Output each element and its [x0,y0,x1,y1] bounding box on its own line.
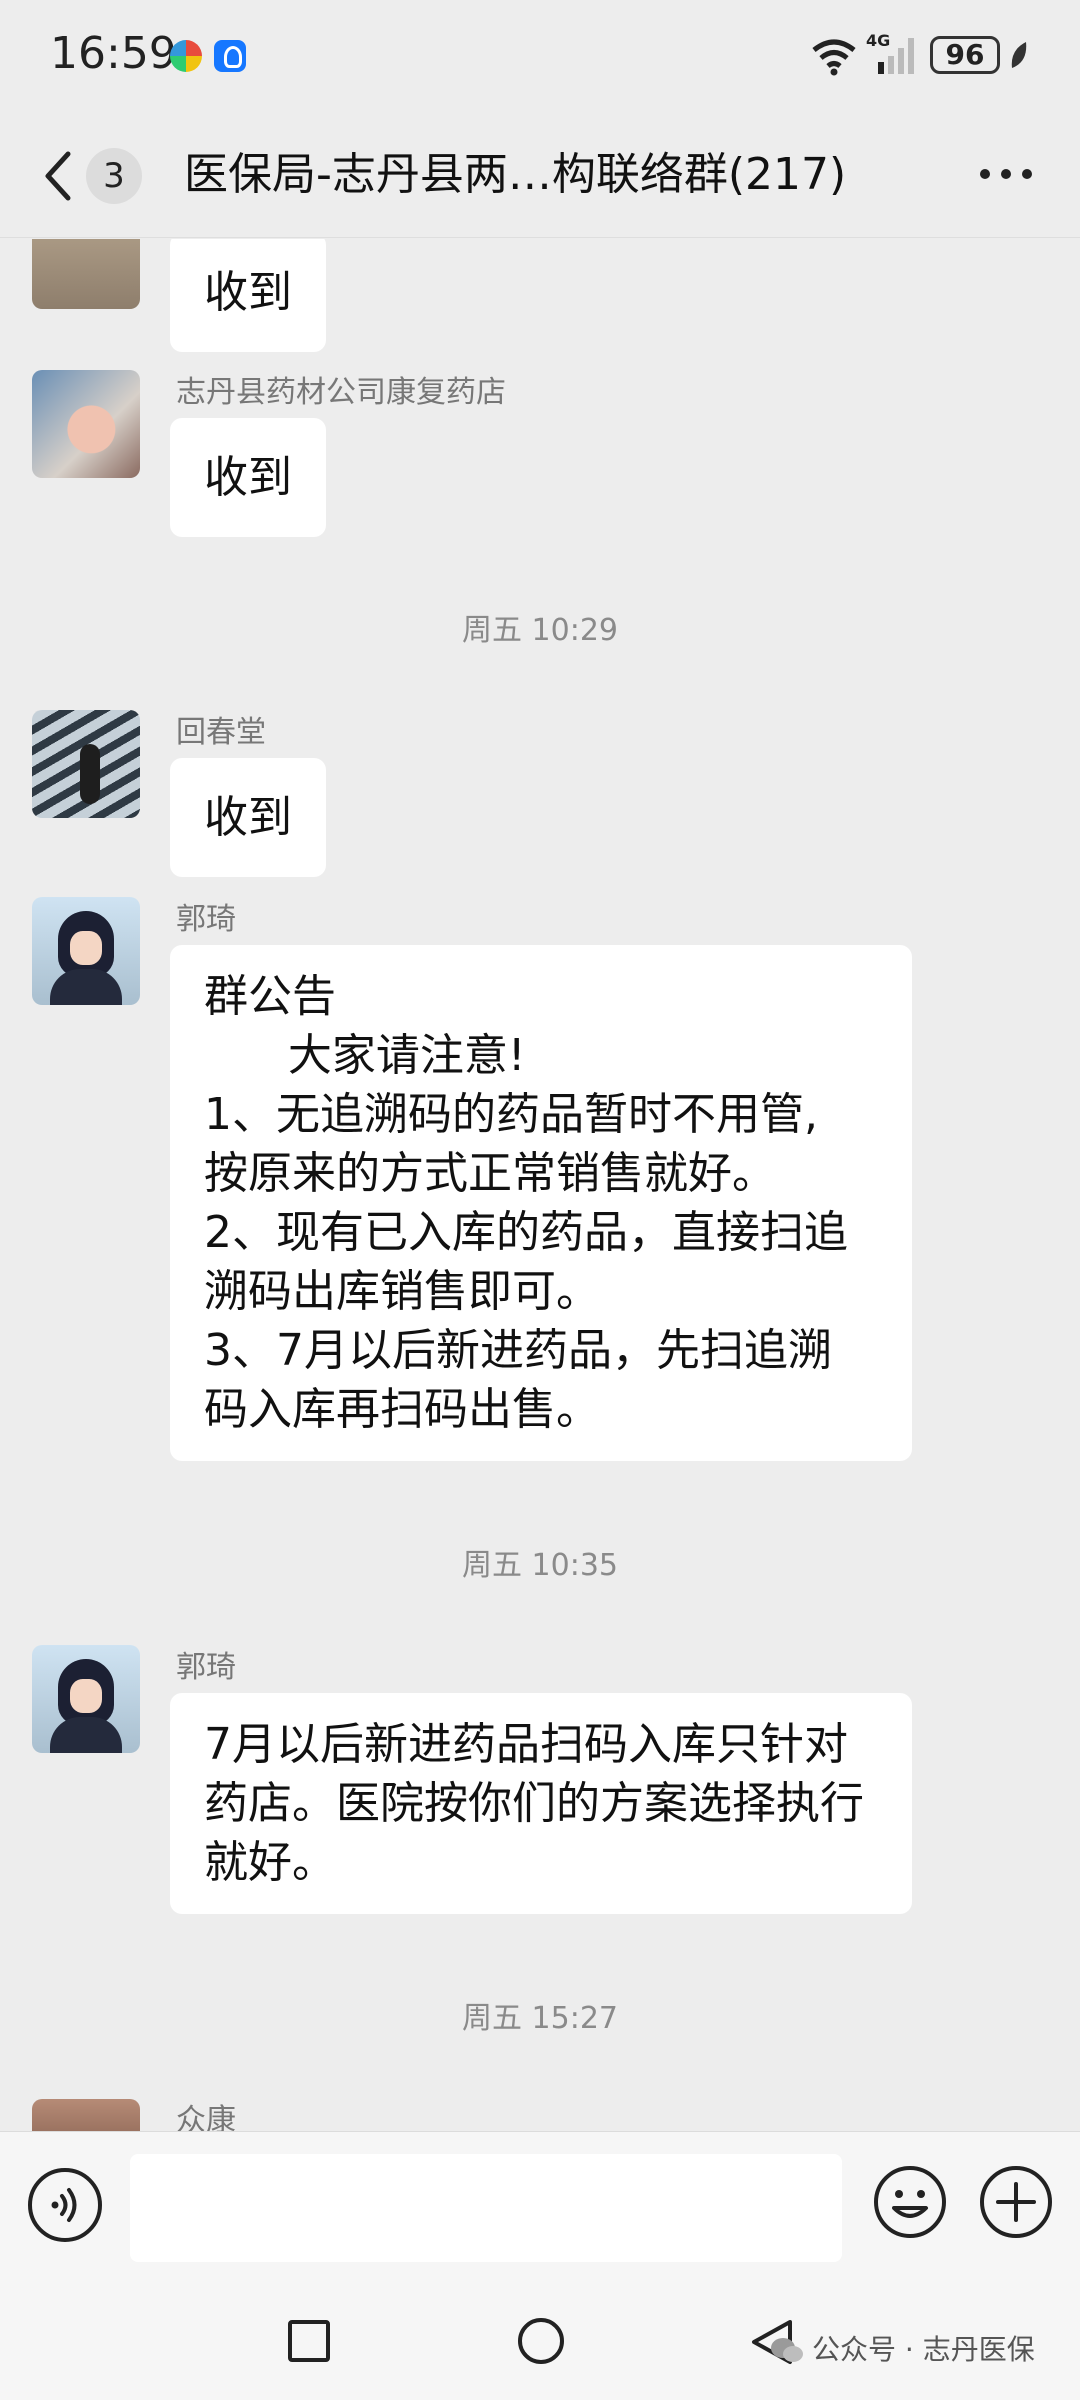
unread-count-badge[interactable]: 3 [86,148,142,204]
sender-name: 郭琦 [176,1650,236,1685]
sender-name: 郭琦 [176,902,236,937]
message-text: 就好。 [204,1837,336,1888]
more-functions-plus-icon[interactable] [978,2164,1054,2240]
system-navigation-bar: 公众号 · 志丹医保 [0,2278,1080,2400]
avatar[interactable] [32,710,140,818]
status-bar: 16:59 4G 96 [0,0,1080,112]
message-bubble[interactable]: 收到 [170,418,326,537]
chat-header: 3 医保局-志丹县两…构联络群(217) [0,112,1080,238]
sender-name: 志丹县药材公司康复药店 [176,375,506,410]
avatar[interactable] [32,2099,140,2131]
message-text: 码入库再扫码出售。 [204,1384,600,1435]
message-text: 群公告 [204,971,336,1022]
message-text: 按原来的方式正常销售就好。 [204,1148,776,1199]
chat-title: 医保局-志丹县两…构联络群(217) [184,149,847,200]
message-timestamp: 周五 15:27 [462,2001,618,2036]
message-bubble[interactable]: 收到 [170,758,326,877]
voice-icon [51,2188,77,2222]
message-text: 收到 [204,267,292,318]
wifi-icon [812,39,856,76]
sender-name: 众康 [176,2103,236,2131]
message-text: 2、现有已入库的药品，直接扫追 [204,1207,848,1258]
battery-indicator: 96 [930,36,1000,74]
app-notification-icon [170,40,202,72]
emoji-button-icon[interactable] [872,2164,948,2240]
message-input[interactable] [130,2154,842,2262]
home-button[interactable] [518,2318,564,2364]
message-text: 收到 [204,452,292,503]
back-arrow-icon[interactable] [40,148,76,204]
avatar[interactable] [32,897,140,1005]
leaf-icon [1011,42,1027,68]
message-bubble[interactable]: 7月以后新进药品扫码入库只针对 药店。医院按你们的方案选择执行 就好。 [170,1693,912,1914]
message-text: 7月以后新进药品扫码入库只针对 [204,1719,848,1770]
message-list[interactable]: 收到 志丹县药材公司康复药店 收到 周五 10:29 回春堂 收到 郭琦 群公告… [0,239,1080,2131]
avatar[interactable] [32,370,140,478]
watermark: 公众号 · 志丹医保 [770,2328,1035,2368]
message-text: 溯码出库销售即可。 [204,1266,600,1317]
message-timestamp: 周五 10:29 [462,613,618,648]
more-options-icon[interactable] [976,166,1036,182]
message-text: 大家请注意! [204,1030,526,1081]
status-time: 16:59 [50,28,177,79]
input-bar [0,2131,1080,2278]
message-timestamp: 周五 10:35 [462,1548,618,1583]
avatar[interactable] [32,239,140,309]
voice-input-button[interactable] [28,2168,102,2242]
signal-icon: 4G [866,31,914,74]
watermark-text: 公众号 · 志丹医保 [812,2333,1035,2366]
message-bubble[interactable]: 收到 [170,239,326,352]
message-text: 药店。医院按你们的方案选择执行 [204,1778,864,1829]
recent-apps-button[interactable] [288,2320,330,2362]
message-text: 3、7月以后新进药品，先扫追溯 [204,1325,832,1376]
message-text: 1、无追溯码的药品暂时不用管, [204,1089,818,1140]
network-type-label: 4G [866,31,890,50]
wechat-official-account-icon [771,2338,803,2362]
bulb-notification-icon [214,40,246,72]
group-notice-bubble[interactable]: 群公告 大家请注意! 1、无追溯码的药品暂时不用管, 按原来的方式正常销售就好。… [170,945,912,1461]
avatar[interactable] [32,1645,140,1753]
sender-name: 回春堂 [176,715,266,750]
message-text: 收到 [204,792,292,843]
